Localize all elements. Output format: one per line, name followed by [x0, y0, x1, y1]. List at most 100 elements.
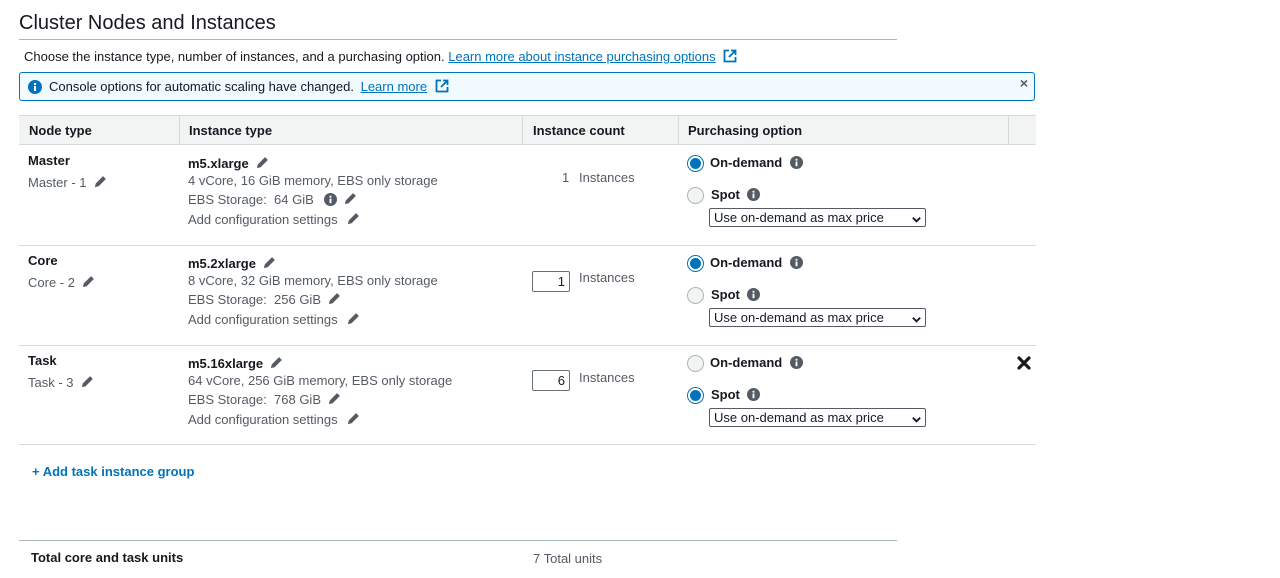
instance-count-suffix: Instances	[579, 270, 635, 285]
instance-count-input[interactable]: 1	[532, 271, 570, 292]
alert-learn-more-link[interactable]: Learn more	[361, 79, 427, 94]
instance-type: m5.2xlarge	[188, 255, 277, 273]
header-divider	[678, 116, 679, 144]
header-divider	[1008, 116, 1009, 144]
spot-option: Spot	[711, 287, 760, 304]
header-instance-type: Instance type	[189, 123, 273, 138]
total-units-value: 7 Total units	[533, 551, 603, 566]
instance-count-input[interactable]: 6	[532, 370, 570, 391]
spot-label: Spot	[711, 387, 740, 402]
table-header: Node type Instance type Instance count P…	[19, 115, 1036, 145]
header-node-type: Node type	[29, 123, 92, 138]
totals-divider	[19, 540, 897, 541]
edit-config-pencil-icon[interactable]	[346, 311, 361, 329]
info-icon	[28, 80, 42, 97]
edit-ebs-pencil-icon[interactable]	[343, 191, 358, 209]
node-name-text: Core - 2	[28, 275, 75, 290]
ebs-value: 64 GiB	[274, 192, 314, 207]
external-link-icon[interactable]	[723, 49, 737, 66]
on-demand-info-icon[interactable]	[790, 256, 804, 272]
config-settings-link[interactable]: Add configuration settings	[188, 212, 338, 227]
instance-type-text: m5.2xlarge	[188, 256, 256, 271]
chevron-down-icon	[911, 212, 922, 229]
edit-ebs-pencil-icon[interactable]	[327, 291, 342, 309]
node-name: Task - 3	[28, 374, 95, 392]
on-demand-option: On-demand	[710, 355, 804, 372]
edit-config-pencil-icon[interactable]	[346, 411, 361, 429]
max-price-select[interactable]: Use on-demand as max price	[709, 208, 926, 227]
edit-node-name-pencil-icon[interactable]	[80, 374, 95, 392]
on-demand-radio[interactable]	[687, 255, 704, 272]
header-instance-count: Instance count	[533, 123, 625, 138]
max-price-value: Use on-demand as max price	[714, 310, 884, 325]
spot-label: Spot	[711, 287, 740, 302]
alert-close-button[interactable]: ×	[1020, 75, 1028, 91]
chevron-down-icon	[911, 412, 922, 429]
ebs-label: EBS Storage:	[188, 192, 267, 207]
instance-count-value: 1	[562, 170, 570, 185]
on-demand-info-icon[interactable]	[790, 356, 804, 372]
edit-instance-type-pencil-icon[interactable]	[255, 155, 270, 173]
edit-instance-type-pencil-icon[interactable]	[269, 355, 284, 373]
config-settings: Add configuration settings	[188, 411, 361, 429]
spot-info-icon[interactable]	[746, 388, 760, 404]
instance-type: m5.xlarge	[188, 155, 270, 173]
description-text: Choose the instance type, number of inst…	[24, 49, 445, 64]
title-divider	[19, 39, 897, 40]
on-demand-label: On-demand	[710, 255, 783, 270]
on-demand-option: On-demand	[710, 155, 804, 172]
ebs-info-icon[interactable]	[323, 193, 337, 209]
learn-more-purchasing-link[interactable]: Learn more about instance purchasing opt…	[448, 49, 715, 64]
spot-info-icon[interactable]	[746, 288, 760, 304]
table-row: Master Master - 1 m5.xlarge 4 vCore, 16 …	[19, 146, 1036, 246]
table-row: Core Core - 2 m5.2xlarge 8 vCore, 32 GiB…	[19, 246, 1036, 346]
node-name: Core - 2	[28, 274, 96, 292]
spot-info-icon[interactable]	[746, 188, 760, 204]
ebs-value: 768 GiB	[274, 392, 321, 407]
alert-text: Console options for automatic scaling ha…	[49, 79, 354, 94]
max-price-select[interactable]: Use on-demand as max price	[709, 308, 926, 327]
max-price-select[interactable]: Use on-demand as max price	[709, 408, 926, 427]
edit-instance-type-pencil-icon[interactable]	[262, 255, 277, 273]
instance-type-text: m5.xlarge	[188, 156, 249, 171]
ebs-label: EBS Storage:	[188, 392, 267, 407]
edit-config-pencil-icon[interactable]	[346, 211, 361, 229]
on-demand-option: On-demand	[710, 255, 804, 272]
instance-specs: 64 vCore, 256 GiB memory, EBS only stora…	[188, 373, 453, 388]
on-demand-info-icon[interactable]	[790, 156, 804, 172]
ebs-label: EBS Storage:	[188, 292, 267, 307]
node-name-text: Task - 3	[28, 375, 74, 390]
ebs-storage: EBS Storage: 768 GiB	[188, 391, 342, 409]
ebs-value: 256 GiB	[274, 292, 321, 307]
edit-node-name-pencil-icon[interactable]	[81, 274, 96, 292]
edit-node-name-pencil-icon[interactable]	[93, 174, 108, 192]
node-name-text: Master - 1	[28, 175, 87, 190]
config-settings-link[interactable]: Add configuration settings	[188, 412, 338, 427]
max-price-value: Use on-demand as max price	[714, 210, 884, 225]
instance-type-text: m5.16xlarge	[188, 356, 264, 371]
config-settings: Add configuration settings	[188, 211, 361, 229]
ebs-storage: EBS Storage: 256 GiB	[188, 291, 342, 309]
on-demand-label: On-demand	[710, 355, 783, 370]
node-name: Master - 1	[28, 174, 108, 192]
header-divider	[179, 116, 180, 144]
add-task-instance-group-button[interactable]: + Add task instance group	[32, 464, 194, 479]
edit-ebs-pencil-icon[interactable]	[327, 391, 342, 409]
spot-option: Spot	[711, 187, 760, 204]
alert-message: Console options for automatic scaling ha…	[49, 79, 449, 96]
table-row: Task Task - 3 m5.16xlarge 64 vCore, 256 …	[19, 346, 1036, 445]
instance-count-suffix: Instances	[579, 170, 635, 185]
node-type-label: Task	[28, 353, 57, 368]
on-demand-radio[interactable]	[687, 355, 704, 372]
spot-radio[interactable]	[687, 287, 704, 304]
instance-specs: 4 vCore, 16 GiB memory, EBS only storage	[188, 173, 438, 188]
chevron-down-icon	[911, 312, 922, 329]
external-link-icon[interactable]	[435, 79, 449, 96]
on-demand-radio[interactable]	[687, 155, 704, 172]
spot-radio[interactable]	[687, 387, 704, 404]
remove-task-group-close-icon[interactable]	[1016, 355, 1032, 374]
max-price-value: Use on-demand as max price	[714, 410, 884, 425]
spot-radio[interactable]	[687, 187, 704, 204]
header-purchasing-option: Purchasing option	[688, 123, 803, 138]
config-settings-link[interactable]: Add configuration settings	[188, 312, 338, 327]
